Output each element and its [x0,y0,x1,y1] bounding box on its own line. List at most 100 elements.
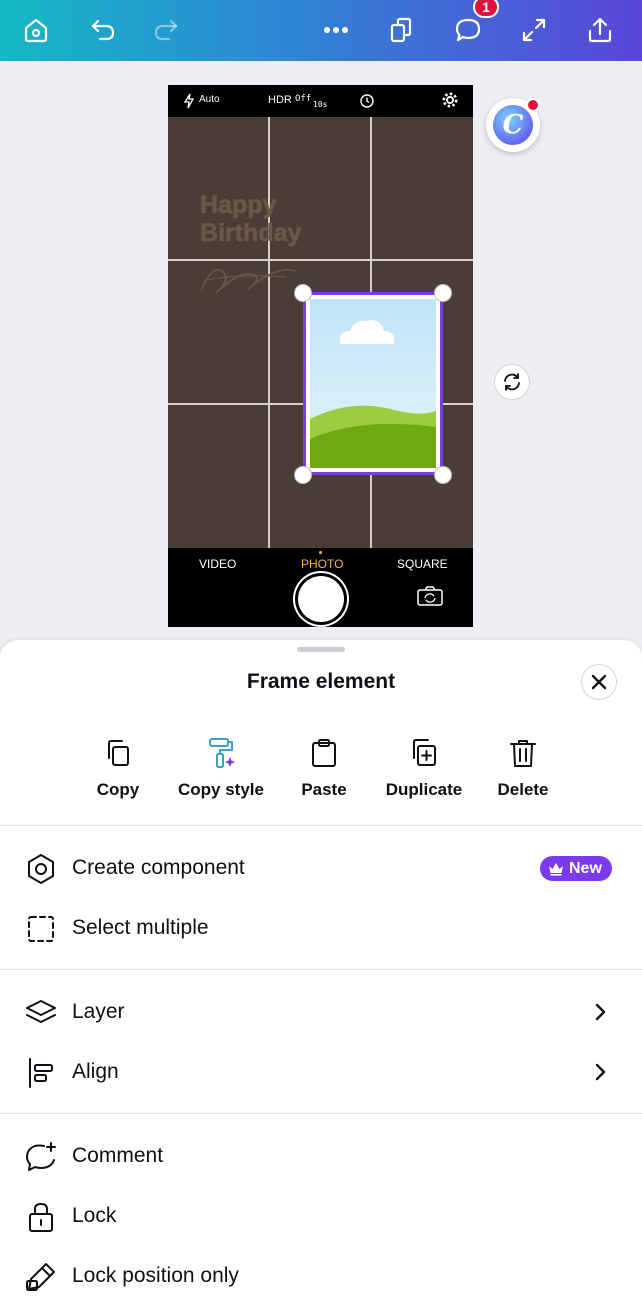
edit-lock-icon [26,1263,55,1291]
delete-button[interactable]: Delete [468,734,578,810]
timer-icon [360,94,374,108]
resize-handle-bottom-left[interactable] [294,466,312,484]
birthday-text-line1: Happy [200,191,277,219]
copy-label: Copy [96,780,140,799]
timer-text: 10s [313,100,328,109]
align-label: Align [72,1060,119,1083]
hdr-text: HDR [268,94,292,106]
trash-icon [510,740,536,767]
select-multiple-label: Select multiple [72,916,209,939]
assistant-notification-dot [526,98,540,112]
divider [0,969,642,970]
new-badge-text: New [569,859,602,877]
paint-roller-icon [209,738,235,768]
align-left-icon [29,1058,53,1088]
undo-icon [91,19,115,41]
component-icon [28,854,54,884]
sheet-title: Frame element [246,670,396,693]
resize-handle-top-left[interactable] [294,284,312,302]
comment-item[interactable]: Comment [0,1128,642,1184]
comment-label: Comment [72,1144,164,1167]
divider [0,1113,642,1114]
pages-icon [390,17,412,43]
resize-handle-top-right[interactable] [434,284,452,302]
canva-assistant-icon: C [493,105,533,145]
camera-top-bar: Auto HDR Off 10s [168,85,473,117]
switch-camera-icon [417,586,443,606]
clipboard-icon [312,739,336,767]
divider [0,825,642,826]
layers-icon [26,1000,56,1023]
lock-position-item[interactable]: Lock position only [0,1248,642,1304]
redo-button[interactable] [144,8,188,52]
top-toolbar: 1 [0,0,642,61]
copy-style-label: Copy style [178,780,264,799]
close-sheet-button[interactable] [581,664,617,700]
share-button[interactable] [578,8,622,52]
rotate-icon [504,373,520,391]
active-mode-dot [319,551,322,554]
close-icon [591,674,607,690]
comment-icon [455,18,481,42]
create-component-label: Create component [72,856,245,879]
select-multiple-item[interactable]: Select multiple [0,900,642,956]
undo-button[interactable] [81,8,125,52]
sheet-grabber[interactable] [297,647,345,652]
dashed-square-icon [28,916,54,942]
comment-count-badge: 1 [473,0,499,18]
duplicate-icon [413,739,436,766]
chevron-right-icon [595,1003,606,1021]
duplicate-label: Duplicate [385,780,463,799]
home-button[interactable] [14,8,58,52]
lock-label: Lock [72,1204,117,1227]
canva-assistant-button[interactable]: C [486,98,540,152]
rotate-button[interactable] [494,364,530,400]
fullscreen-button[interactable] [512,8,556,52]
mode-photo: PHOTO [301,557,344,571]
more-options-button[interactable] [314,8,358,52]
grid-line [268,117,270,549]
expand-icon [522,18,546,42]
copy-button[interactable]: Copy [63,734,173,810]
redo-icon [154,19,178,41]
lock-position-label: Lock position only [72,1264,239,1287]
delete-label: Delete [497,780,549,799]
more-horizontal-icon [324,27,348,33]
signature-scribble [200,268,297,294]
copy-icon [108,740,129,766]
new-badge: New [540,856,612,881]
design-canvas[interactable]: Auto HDR Off 10s Happy Birthday VIDEO PH… [0,61,642,641]
duplicate-button[interactable]: Duplicate [369,734,479,810]
shutter-button [298,576,344,622]
frame-element-sheet: Frame element Copy Copy style Paste Dupl… [0,640,642,1312]
crown-icon [549,862,563,876]
birthday-text-line2: Birthday [200,219,302,247]
lock-item[interactable]: Lock [0,1188,642,1244]
landscape-placeholder [310,320,436,468]
flash-icon [184,93,194,109]
camera-bottom-bar: VIDEO PHOTO SQUARE [168,548,473,627]
mode-square: SQUARE [397,557,448,571]
comment-add-icon [26,1142,56,1171]
align-item[interactable]: Align [0,1044,642,1100]
frame-image [310,299,436,468]
selected-frame-element[interactable] [303,292,443,475]
pages-button[interactable] [380,8,424,52]
hdr-state-text: Off [295,94,312,104]
quick-actions: Copy Copy style Paste Duplicate Delete [0,734,642,814]
flash-mode-text: Auto [199,94,220,105]
home-icon [24,18,48,43]
paste-label: Paste [301,780,347,799]
birthday-text[interactable]: Happy Birthday [200,191,301,247]
create-component-item[interactable]: Create component New [0,840,642,896]
camera-settings-icon [442,92,458,108]
resize-handle-bottom-right[interactable] [434,466,452,484]
copy-style-button[interactable]: Copy style [166,734,276,810]
lock-icon [29,1203,53,1232]
layer-item[interactable]: Layer [0,984,642,1040]
mode-video: VIDEO [199,557,237,571]
share-icon [588,17,612,43]
chevron-right-icon [595,1063,606,1081]
layer-label: Layer [72,1000,125,1023]
paste-button[interactable]: Paste [269,734,379,810]
